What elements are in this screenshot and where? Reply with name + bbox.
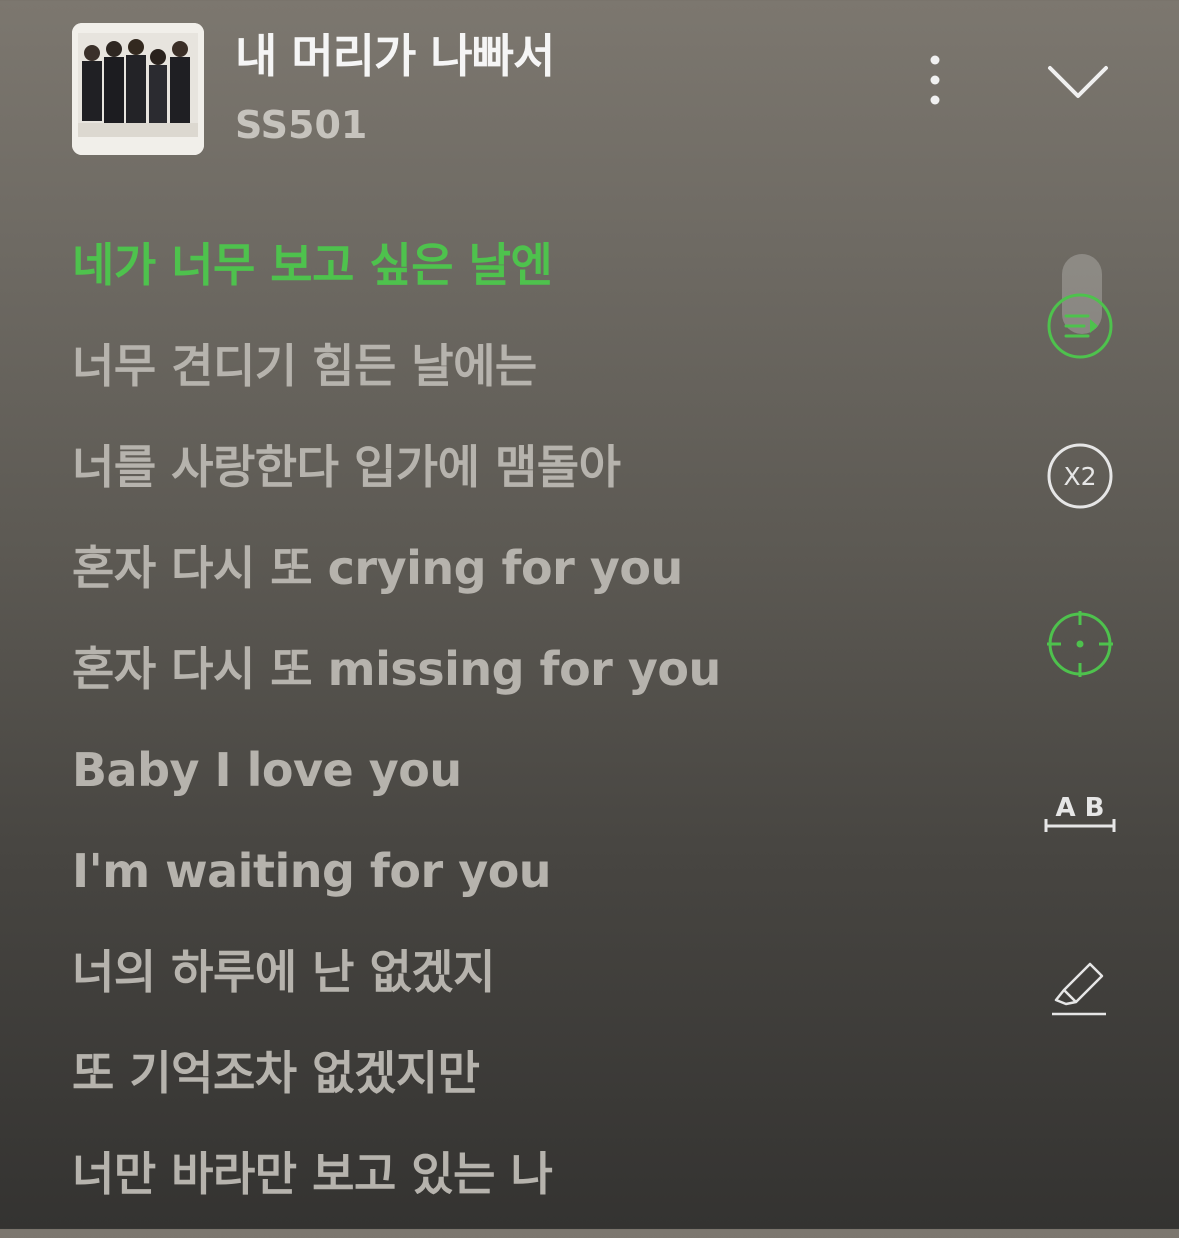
lyric-line[interactable]: Baby I love you — [72, 733, 972, 834]
highlight-button[interactable] — [1046, 956, 1118, 1020]
font-size-label: A B — [1056, 793, 1105, 823]
lyric-line[interactable]: 또 기억조차 없겠지만 — [72, 1036, 972, 1137]
more-vertical-icon — [930, 55, 940, 105]
song-title: 내 머리가 나빠서 — [235, 29, 555, 83]
highlighter-icon — [1052, 962, 1106, 1016]
lyric-line[interactable]: 혼자 다시 또 missing for you — [72, 632, 972, 733]
focus-current-line-button[interactable] — [1046, 610, 1114, 678]
album-cover-image — [72, 23, 204, 155]
speed-x2-icon: X2 — [1047, 443, 1113, 509]
lyrics-play-icon — [1047, 293, 1113, 359]
lyric-line[interactable]: 너무 견디기 힘든 날에는 — [72, 329, 972, 430]
chevron-down-icon — [1048, 66, 1108, 98]
album-art[interactable] — [72, 23, 204, 155]
lyric-line[interactable]: 혼자 다시 또 crying for you — [72, 531, 972, 632]
crosshair-icon — [1047, 611, 1113, 677]
ab-text-size-icon: A B — [1044, 793, 1116, 832]
lyric-line[interactable]: 너만 바라만 보고 있는 나 — [72, 1137, 972, 1238]
artist-name[interactable]: SS501 — [235, 100, 367, 150]
collapse-button[interactable] — [1046, 60, 1110, 104]
lyrics-list[interactable]: 네가 너무 보고 싶은 날엔 너무 견디기 힘든 날에는 너를 사랑한다 입가에… — [72, 228, 972, 1238]
more-options-button[interactable] — [910, 48, 960, 112]
lyric-line[interactable]: 너를 사랑한다 입가에 맴돌아 — [72, 430, 972, 531]
speed-label: X2 — [1063, 462, 1096, 491]
font-size-button[interactable]: A B — [1042, 786, 1118, 836]
autoscroll-button[interactable] — [1046, 292, 1114, 360]
lyric-line[interactable]: I'm waiting for you — [72, 834, 972, 935]
speed-button[interactable]: X2 — [1046, 442, 1114, 510]
lyric-line[interactable]: 너의 하루에 난 없겠지 — [72, 935, 972, 1036]
lyric-line-current[interactable]: 네가 너무 보고 싶은 날엔 — [72, 228, 972, 329]
